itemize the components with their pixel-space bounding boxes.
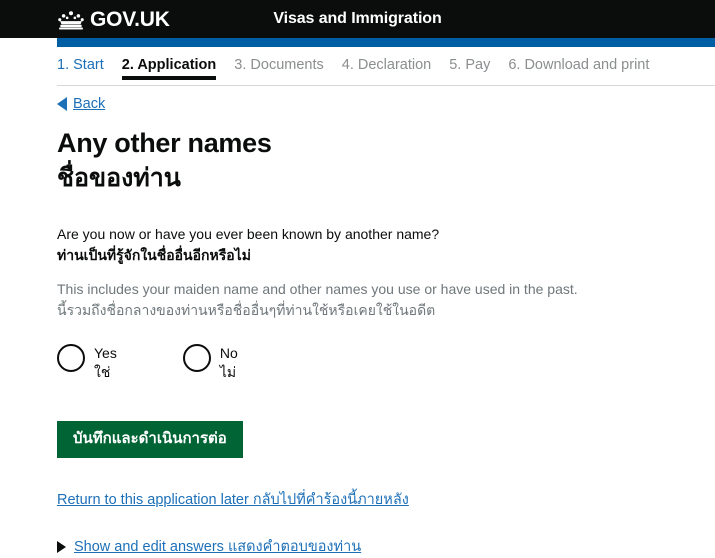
step-item-pay[interactable]: 5. Pay [449,56,490,78]
save-and-continue-button[interactable]: บันทึกและดำเนินการต่อ [57,420,243,459]
hint-text-thai: นี้รวมถึงชื่อกลางของท่านหรือชื่ออื่นๆที่… [57,301,436,318]
back-link-label: Back [73,96,106,113]
step-list: 1. Start 2. Application 3. Documents 4. … [57,56,715,85]
radio-option-yes[interactable]: Yes ใช่ [57,343,117,381]
page-title: Any other names [57,128,272,159]
crown-icon [57,10,85,30]
back-link[interactable]: Back [57,96,105,112]
disclosure-triangle-icon [57,540,66,553]
question-text-english: Are you now or have you ever been known … [57,226,440,243]
govuk-header: GOV.UK Visas and Immigration [0,0,715,38]
radio-label-no-english: No [219,344,238,361]
progress-band [57,38,715,47]
radio-labels-yes: Yes ใช่ [94,344,117,381]
step-item-declaration[interactable]: 4. Declaration [342,56,431,78]
radio-circle-no[interactable] [182,343,211,372]
radio-circle-yes[interactable] [57,343,85,372]
progress-band-row [0,38,715,47]
radio-option-no[interactable]: No ไม่ [182,343,238,381]
govuk-logo-link[interactable]: GOV.UK [57,0,170,38]
show-and-edit-answers-link[interactable]: Show and edit answers แสดงคำตอบของท่าน [57,535,361,558]
step-item-documents[interactable]: 3. Documents [234,56,323,78]
hint-text-english: This includes your maiden name and other… [57,280,578,297]
show-and-edit-answers-label: Show and edit answers แสดงคำตอบของท่าน [74,539,362,556]
hint-block: This includes your maiden name and other… [57,280,699,320]
step-item-start[interactable]: 1. Start [57,56,104,78]
govuk-logo-text: GOV.UK [90,7,170,31]
question-text-thai: ท่านเป็นที่รู้จักในชื่ออื่นอีกหรือไม่ [57,247,251,264]
step-navigation: 1. Start 2. Application 3. Documents 4. … [0,47,715,85]
page-title-thai: ชื่อของท่าน [57,164,181,193]
radio-label-yes-english: Yes [94,344,117,361]
return-to-application-later-link[interactable]: Return to this application later กลับไปท… [57,488,409,511]
step-item-application[interactable]: 2. Application [121,56,216,81]
radio-label-yes-thai: ใช่ [94,363,111,380]
main-content: Back Any other names ชื่อของท่าน Are you… [0,96,715,558]
back-arrow-icon [57,97,67,112]
step-navigation-divider [57,85,715,87]
radio-group: Yes ใช่ No ไม่ [57,343,699,381]
progress-band-gutter [0,38,57,47]
question-block: Are you now or have you ever been known … [57,225,699,265]
step-item-download-and-print[interactable]: 6. Download and print [508,56,649,78]
service-name: Visas and Immigration [273,10,442,27]
radio-labels-no: No ไม่ [220,344,238,381]
radio-label-no-thai: ไม่ [219,363,237,380]
